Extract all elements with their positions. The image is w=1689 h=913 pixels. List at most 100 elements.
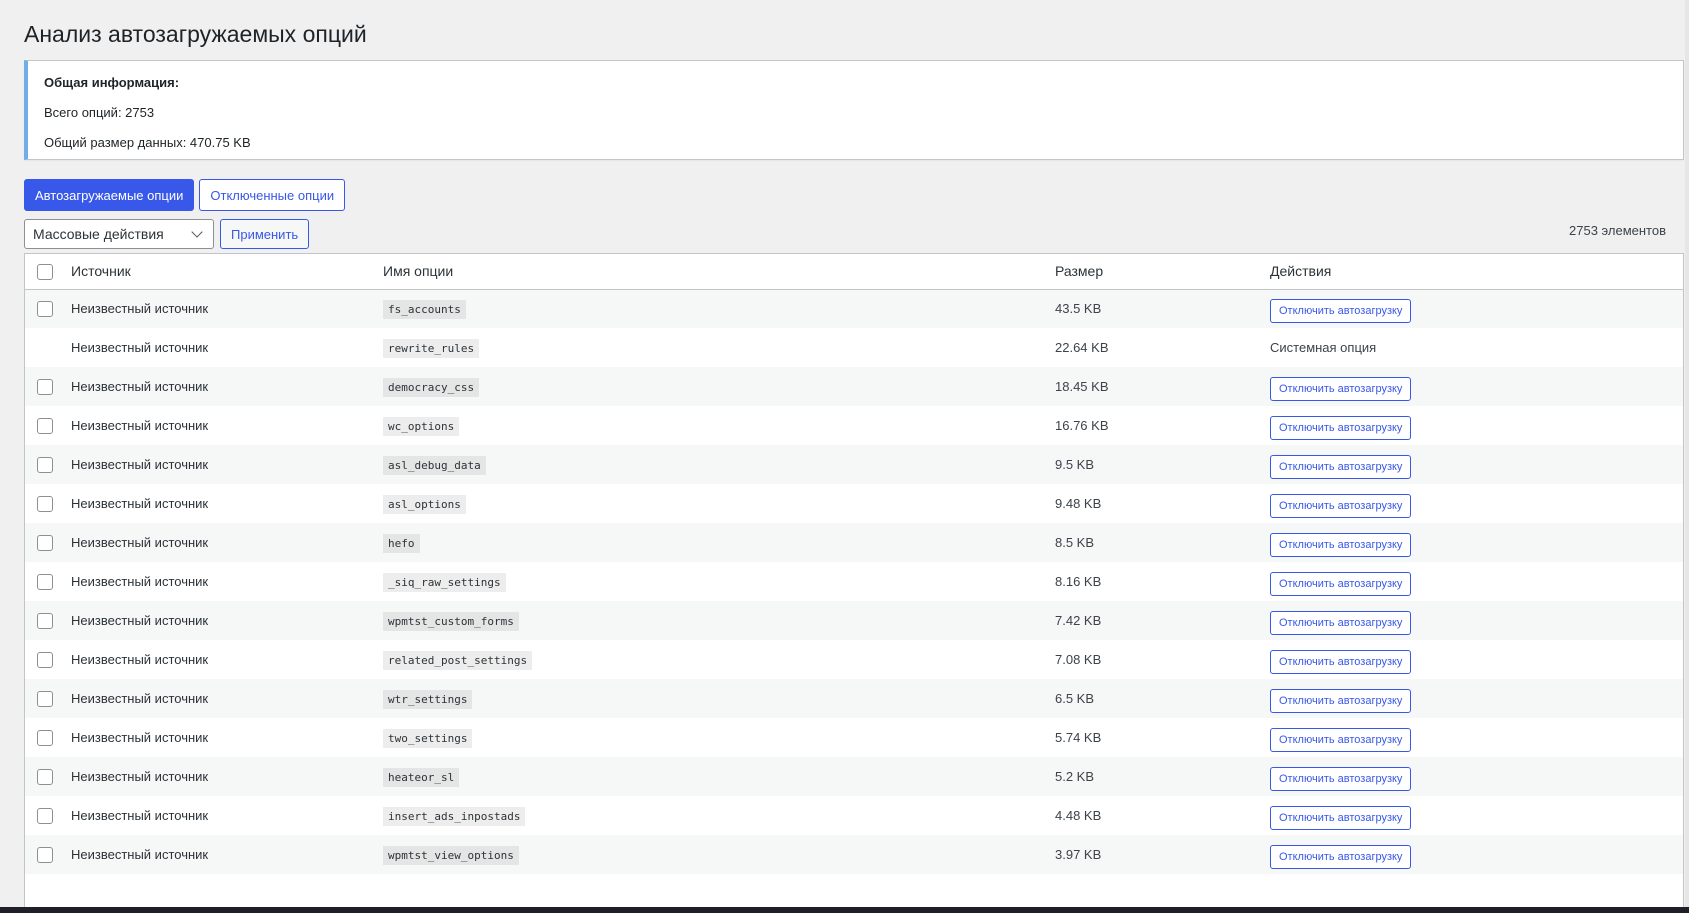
row-option-name: heateor_sl (383, 768, 460, 787)
row-checkbox[interactable] (37, 846, 53, 863)
row-checkbox[interactable] (37, 495, 53, 512)
table-row: Неизвестный источник wpmtst_custom_forms 7… (25, 601, 1683, 640)
page-title: Анализ автозагружаемых опций (24, 21, 367, 47)
row-actions-cell: Отключить автозагрузку (1262, 835, 1683, 874)
row-source: Неизвестный источник (71, 418, 209, 433)
row-check-cell (25, 601, 63, 640)
window-scroll-edge (1685, 0, 1689, 907)
row-source: Неизвестный источник (71, 613, 209, 628)
row-actions-cell: Отключить автозагрузку (1262, 601, 1683, 640)
chevron-down-icon (191, 226, 203, 238)
tab-disabled-options[interactable]: Отключенные опции (199, 179, 346, 211)
bulk-actions-selected: Массовые действия (33, 226, 164, 242)
row-checkbox[interactable] (37, 807, 53, 824)
row-checkbox[interactable] (37, 417, 53, 434)
disable-autoload-button[interactable]: Отключить автозагрузку (1270, 727, 1412, 752)
disable-autoload-button[interactable]: Отключить автозагрузку (1270, 610, 1412, 635)
bulk-actions-select[interactable]: Массовые действия (24, 219, 214, 249)
row-actions-cell: Отключить автозагрузку (1262, 484, 1683, 523)
disable-autoload-button[interactable]: Отключить автозагрузку (1270, 649, 1412, 674)
row-actions-cell: Отключить автозагрузку (1262, 718, 1683, 757)
row-source: Неизвестный источник (71, 379, 209, 394)
row-option-name: wpmtst_custom_forms (383, 612, 519, 631)
row-source: Неизвестный источник (71, 535, 209, 550)
disable-autoload-button[interactable]: Отключить автозагрузку (1270, 532, 1412, 557)
row-checkbox[interactable] (37, 301, 53, 318)
row-name-cell: fs_accounts (375, 289, 1047, 328)
row-name-cell: asl_options (375, 484, 1047, 523)
row-name-cell: related_post_settings (375, 640, 1047, 679)
select-all-checkbox[interactable] (37, 263, 53, 280)
row-source: Неизвестный источник (71, 457, 209, 472)
system-option-label: Системная опция (1270, 340, 1377, 355)
disable-autoload-button[interactable]: Отключить автозагрузку (1270, 766, 1412, 791)
row-option-name: democracy_css (383, 378, 480, 397)
row-source: Неизвестный источник (71, 301, 209, 317)
tab-autoload-options[interactable]: Автозагружаемые опции (24, 179, 195, 211)
table-row: Неизвестный источник two_settings 5.74 KB О… (25, 718, 1683, 757)
disable-autoload-button[interactable]: Отключить автозагрузку (1270, 805, 1412, 830)
disable-autoload-button[interactable]: Отключить автозагрузку (1270, 454, 1412, 479)
row-option-name: insert_ads_inpostads (383, 807, 526, 826)
row-name-cell: wpmtst_view_options (375, 835, 1047, 874)
row-source: Неизвестный источник (71, 574, 209, 589)
row-size: 16.76 KB (1055, 418, 1109, 433)
row-check-cell (25, 757, 63, 796)
row-size: 43.5 KB (1055, 301, 1102, 317)
row-size: 8.5 KB (1055, 535, 1095, 550)
table-header-row: Источник Имя опции Размер Действия (25, 254, 1683, 290)
row-check-cell (25, 640, 63, 679)
row-actions-cell: Отключить автозагрузку (1262, 289, 1683, 328)
header-source[interactable]: Источник (63, 254, 375, 290)
row-check-cell (25, 562, 63, 601)
apply-button[interactable]: Применить (220, 219, 310, 249)
row-name-cell: asl_debug_data (375, 445, 1047, 484)
table-row: Неизвестный источник wc_options 16.76 KB От… (25, 406, 1683, 445)
header-name[interactable]: Имя опции (375, 254, 1047, 290)
row-checkbox[interactable] (37, 573, 53, 590)
disable-autoload-button[interactable]: Отключить автозагрузку (1270, 688, 1412, 713)
row-check-cell (25, 796, 63, 835)
row-check-cell (25, 835, 63, 874)
row-actions-cell: Отключить автозагрузку (1262, 757, 1683, 796)
disable-autoload-button[interactable]: Отключить автозагрузку (1270, 493, 1412, 518)
row-checkbox[interactable] (37, 378, 53, 395)
row-source: Неизвестный источник (71, 496, 209, 511)
disable-autoload-button[interactable]: Отключить автозагрузку (1270, 415, 1412, 440)
row-checkbox[interactable] (37, 690, 53, 707)
table-row: Неизвестный источник asl_options 9.48 KB От… (25, 484, 1683, 523)
row-actions-cell: Отключить автозагрузку (1262, 367, 1683, 406)
row-option-name: fs_accounts (383, 300, 466, 320)
row-check-cell (25, 718, 63, 757)
row-actions-cell: Отключить автозагрузку (1262, 445, 1683, 484)
row-checkbox[interactable] (37, 768, 53, 785)
row-check-cell (25, 289, 63, 328)
row-checkbox[interactable] (37, 729, 53, 746)
row-source: Неизвестный источник (71, 730, 209, 745)
table-row: Неизвестный источник hefo 8.5 KB Отключить … (25, 523, 1683, 562)
info-total-options: Всего опций: 2753 (44, 105, 155, 120)
row-size: 4.48 KB (1055, 808, 1102, 823)
disable-autoload-button[interactable]: Отключить автозагрузку (1270, 376, 1412, 401)
row-size: 6.5 KB (1055, 691, 1095, 706)
disable-autoload-button[interactable]: Отключить автозагрузку (1270, 844, 1412, 869)
row-name-cell: hefo (375, 523, 1047, 562)
row-check-cell (25, 484, 63, 523)
row-checkbox[interactable] (37, 651, 53, 668)
info-notice: Общая информация: Всего опций: 2753 Общи… (24, 60, 1684, 160)
options-table: Источник Имя опции Размер Действия Неизв… (24, 253, 1684, 913)
row-check-cell (25, 406, 63, 445)
page-wrap: Анализ автозагружаемых опций Общая инфор… (24, 18, 1684, 913)
info-total-size: Общий размер данных: 470.75 KB (44, 135, 251, 150)
row-option-name: hefo (383, 534, 420, 553)
row-size: 5.2 KB (1055, 769, 1095, 784)
table-row: Неизвестный источник _siq_raw_settings 8.1… (25, 562, 1683, 601)
disable-autoload-button[interactable]: Отключить автозагрузку (1270, 298, 1412, 323)
row-checkbox[interactable] (37, 456, 53, 473)
select-all-cell (25, 254, 63, 290)
row-checkbox[interactable] (37, 612, 53, 629)
row-checkbox[interactable] (37, 534, 53, 551)
disable-autoload-button[interactable]: Отключить автозагрузку (1270, 571, 1412, 596)
row-actions-cell: Отключить автозагрузку (1262, 406, 1683, 445)
header-size[interactable]: Размер (1047, 254, 1262, 290)
